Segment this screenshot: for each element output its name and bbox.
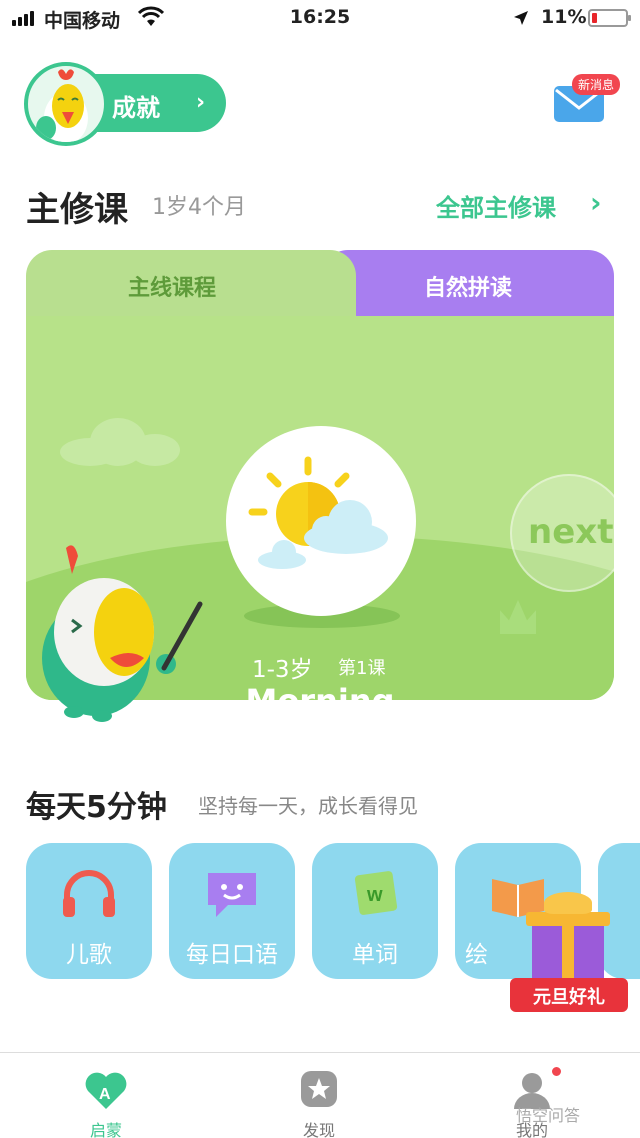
chevron-right-icon[interactable]: › bbox=[590, 186, 602, 219]
svg-text:w: w bbox=[366, 884, 383, 906]
word-card-icon: w bbox=[354, 871, 398, 915]
activity-label: 每日口语 bbox=[186, 942, 278, 968]
sun-cloud-icon bbox=[248, 456, 388, 569]
messages-button[interactable]: 新消息 bbox=[552, 74, 621, 122]
rooster-avatar-icon bbox=[36, 69, 88, 142]
battery-icon bbox=[588, 9, 631, 27]
new-year-gift-promo[interactable]: 元旦好礼 bbox=[504, 892, 634, 1022]
all-main-courses-link[interactable]: 全部主修课 bbox=[436, 188, 556, 223]
chat-bubble-icon bbox=[208, 873, 256, 917]
achievement-button[interactable]: 成就 › bbox=[24, 62, 226, 146]
lesson-number: 第1课 bbox=[338, 658, 386, 679]
tab-phonics[interactable]: 自然拼读 bbox=[322, 250, 614, 324]
parrot-mascot-icon bbox=[42, 545, 203, 722]
chevron-right-icon: › bbox=[196, 90, 206, 115]
achievement-label: 成就 bbox=[112, 94, 160, 122]
heart-a-icon: A bbox=[85, 1072, 127, 1109]
location-arrow-icon bbox=[514, 11, 528, 25]
tab-phonics-label: 自然拼读 bbox=[423, 276, 512, 301]
notification-dot bbox=[550, 1065, 563, 1078]
activity-label: 单词 bbox=[352, 942, 398, 968]
activity-label: 绘 bbox=[465, 942, 488, 968]
activity-card-songs[interactable]: 儿歌 bbox=[26, 843, 152, 979]
tab-label: 发现 bbox=[302, 1121, 335, 1138]
tab-discover[interactable]: 发现 bbox=[259, 1065, 379, 1138]
battery-percent: 11% bbox=[541, 6, 587, 28]
promo-label: 元旦好礼 bbox=[533, 987, 605, 1008]
activity-label: 儿歌 bbox=[66, 942, 112, 968]
avatar bbox=[24, 62, 108, 146]
svg-text:A: A bbox=[99, 1086, 111, 1103]
status-bar: 中国移动 16:25 11% bbox=[0, 0, 640, 36]
daily-subtitle: 坚持每一天，成长看得见 bbox=[198, 794, 418, 818]
tab-main-course-label: 主线课程 bbox=[127, 276, 216, 301]
next-label: next bbox=[528, 512, 614, 552]
daily-title: 每天5分钟 bbox=[26, 790, 167, 825]
lesson-thumbnail[interactable] bbox=[226, 426, 416, 616]
gift-icon bbox=[544, 892, 592, 914]
watermark: 悟空问答 bbox=[516, 1106, 581, 1125]
main-course-title: 主修课 bbox=[26, 190, 128, 230]
star-icon bbox=[301, 1071, 337, 1107]
activity-card-daily-speaking[interactable]: 每日口语 bbox=[169, 843, 295, 979]
child-age: 1岁4个月 bbox=[152, 195, 246, 220]
headphones-icon bbox=[63, 870, 115, 917]
tab-label: 启蒙 bbox=[89, 1121, 122, 1138]
tab-mine[interactable]: 我的 bbox=[472, 1065, 592, 1138]
tab-enlighten[interactable]: A 启蒙 bbox=[46, 1065, 166, 1138]
cloud-icon bbox=[60, 418, 180, 466]
new-message-badge: 新消息 bbox=[572, 74, 621, 95]
activity-card-words[interactable]: w 单词 bbox=[312, 843, 438, 979]
lesson-age-range: 1-3岁 bbox=[252, 657, 313, 683]
